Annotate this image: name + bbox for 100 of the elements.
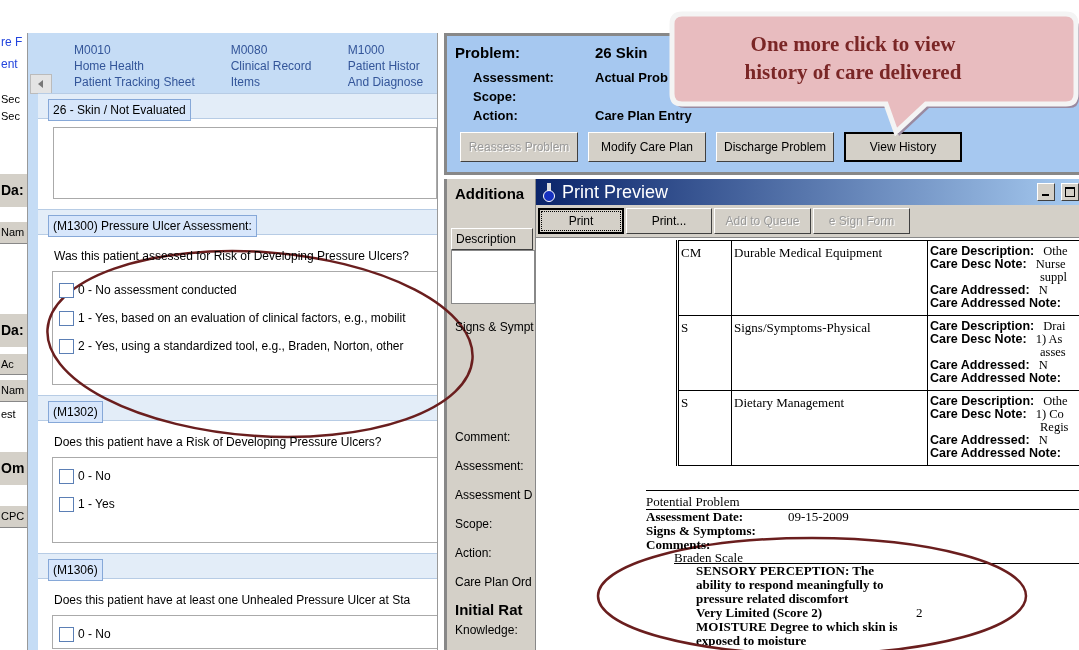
detail-label: Care Addressed: — [930, 433, 1030, 447]
detail-label: Care Desc Note: — [930, 407, 1027, 421]
field-label: Action: — [455, 544, 493, 562]
detail-label: Care Addressed Note: — [930, 446, 1061, 460]
table-cell: S — [677, 315, 732, 391]
option-label: 1 - Yes, based on an evaluation of clinical factors, e.g., mobilit — [78, 310, 406, 327]
scroll-left-button[interactable] — [30, 74, 52, 94]
table-cell: S — [677, 390, 732, 466]
option-label: 0 - No — [78, 626, 111, 643]
column-header: CPC — [0, 505, 27, 528]
left-arrow-icon — [38, 80, 44, 88]
detail-label: Care Desc Note: — [930, 257, 1027, 271]
field-label: Action: — [473, 107, 519, 125]
detail-value: 1) Co — [1034, 407, 1064, 421]
question-text: Does this patient have at least one Unhealed Pressure Ulcer at Sta — [54, 592, 412, 609]
question-text: Does this patient have a Risk of Developing Pressure Ulcers? — [54, 434, 383, 451]
column-header: Nam — [0, 221, 27, 244]
section-title: 26 - Skin / Not Evaluated — [48, 99, 191, 121]
text-area[interactable] — [53, 127, 437, 199]
field-value: Care Plan Entry — [595, 107, 692, 125]
form-tab[interactable]: M1000 Patient Histor And Diagnose — [347, 42, 437, 90]
minimize-button[interactable] — [1037, 183, 1055, 201]
column-header: Description — [451, 227, 533, 250]
window-title: Print Preview — [562, 180, 670, 204]
callout-text: One more click to view history of care delivered — [743, 31, 963, 86]
maximize-button[interactable] — [1061, 183, 1079, 201]
toolbar-button[interactable]: Print — [538, 208, 624, 234]
detail-label: Care Addressed: — [930, 283, 1030, 297]
field-label: Scope: — [473, 88, 518, 106]
label-text: est — [0, 406, 17, 422]
field-label: Assessment: — [473, 69, 555, 87]
detail-label: Care Addressed Note: — [930, 371, 1061, 385]
checkbox[interactable] — [59, 310, 74, 326]
maximize-icon — [1065, 187, 1075, 197]
field-label: Assessment: — [455, 457, 525, 475]
field-value: Actual Prob — [595, 69, 668, 87]
section-heading: Potential Problem — [646, 491, 1079, 510]
link[interactable]: ent — [0, 55, 27, 73]
detail-value: Regis — [1040, 421, 1070, 434]
detail-label: Care Description: — [930, 319, 1035, 333]
section-heading: Om — [0, 452, 27, 485]
scale-item: SENSORY PERCEPTION: The ability to respond meaningfully to pressure related discomfort — [696, 564, 885, 606]
detail-label: Care Addressed Note: — [930, 296, 1061, 310]
scale-item: MOISTURE Degree to which skin is exposed to moisture — [696, 620, 899, 648]
detail-value: Drai — [1042, 319, 1066, 333]
option-label: 0 - No assessment conducted — [78, 282, 237, 299]
form-tab[interactable]: M0010 Home Health Patient Tracking Sheet — [74, 42, 231, 90]
table-cell: CM — [677, 240, 732, 316]
field-label: Assessment D — [455, 486, 534, 504]
field-label: Care Plan Ord — [455, 573, 533, 591]
label-text: Sec — [0, 92, 21, 107]
detail-label: Care Description: — [930, 244, 1035, 258]
section-heading: Additiona — [455, 184, 526, 204]
detail-value: 1) As — [1034, 332, 1063, 346]
field-label: Problem: — [455, 43, 521, 63]
scale-title: Braden Scale — [674, 552, 1079, 564]
detail-value: asses — [1040, 346, 1067, 359]
detail-value: Othe — [1042, 244, 1068, 258]
detail-value: Othe — [1042, 394, 1068, 408]
label-text: Sec — [0, 108, 21, 124]
detail-label: Care Addressed: — [930, 358, 1030, 372]
field-label: Signs & Symptoms: — [646, 524, 757, 538]
table-cell: Signs/Symptoms-Physical — [731, 315, 928, 391]
toolbar-button[interactable]: Print... — [626, 208, 712, 234]
detail-value: suppl — [1039, 271, 1069, 284]
detail-value: N — [1037, 283, 1048, 297]
section-title: (M1302) — [48, 401, 103, 423]
checkbox[interactable] — [59, 496, 74, 512]
detail-value: N — [1037, 433, 1048, 447]
section-heading: Initial Rat — [455, 599, 524, 620]
field-value: 26 Skin — [595, 43, 648, 63]
action-button[interactable]: View History — [844, 132, 962, 162]
checkbox[interactable] — [59, 626, 74, 642]
section-heading: Da: — [0, 313, 27, 347]
checkbox[interactable] — [59, 338, 74, 354]
option-label: 0 - No — [78, 468, 111, 485]
option-label: 2 - Yes, using a standardized tool, e.g., Braden, Norton, other — [78, 338, 404, 355]
table-cell: Dietary Management — [731, 390, 928, 466]
detail-value: Nurse — [1034, 257, 1066, 271]
action-button[interactable]: Modify Care Plan — [588, 132, 706, 162]
form-tab[interactable]: M0080 Clinical Record Items — [230, 42, 348, 90]
table-cell: Durable Medical Equipment — [731, 240, 928, 316]
section-heading: Da: — [0, 174, 27, 207]
link[interactable]: re F — [0, 33, 27, 51]
detail-label: Care Desc Note: — [930, 332, 1027, 346]
field-label: Assessment Date: — [646, 510, 745, 524]
field-label: Knowledge: — [455, 622, 519, 639]
column-header: Nam — [0, 379, 27, 402]
checkbox[interactable] — [59, 468, 74, 484]
checkbox[interactable] — [59, 282, 74, 298]
field-value: 09-15-2009 — [788, 510, 849, 524]
action-button[interactable]: Discharge Problem — [716, 132, 834, 162]
flask-icon — [542, 182, 556, 202]
detail-value: N — [1037, 358, 1048, 372]
column-header: Ac — [0, 352, 27, 375]
option-label: 1 - Yes — [78, 496, 115, 513]
section-title: (M1306) — [48, 559, 103, 581]
score-value: 2 — [915, 606, 923, 620]
detail-label: Care Description: — [930, 394, 1035, 408]
field-label: Comments: — [646, 538, 711, 552]
